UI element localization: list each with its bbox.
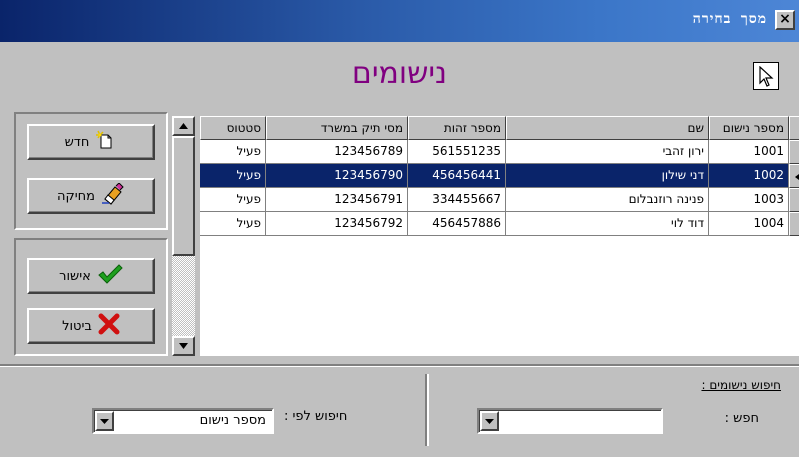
delete-button-label: מחיקה xyxy=(57,188,95,204)
search-by-label: חיפוש לפי : xyxy=(284,409,348,424)
scroll-down-button[interactable] xyxy=(172,336,195,356)
search-by-combobox-value: מספר נישום xyxy=(199,413,266,428)
cell-status[interactable]: פעיל xyxy=(200,188,266,212)
cursor-icon[interactable] xyxy=(753,62,779,90)
chevron-down-icon xyxy=(100,418,109,424)
cell-reg-number[interactable]: 1001 xyxy=(709,140,789,164)
scroll-up-button[interactable] xyxy=(172,116,195,136)
search-dropdown-button[interactable] xyxy=(480,411,499,431)
delete-button[interactable]: מחיקה xyxy=(27,178,155,214)
page-title: נישומים xyxy=(351,56,448,91)
cell-name[interactable]: פנינה רוזנבלום xyxy=(506,188,709,212)
window-title: מסך בחירה xyxy=(692,11,767,27)
cell-reg-number[interactable]: 1004 xyxy=(709,212,789,236)
ok-button-label: אישור xyxy=(59,268,91,284)
cell-status[interactable]: פעיל xyxy=(200,212,266,236)
chevron-down-icon xyxy=(485,418,494,424)
new-button-label: חדש xyxy=(64,134,90,150)
search-combobox[interactable] xyxy=(477,408,663,434)
cell-name[interactable]: דני שילון xyxy=(506,164,709,188)
column-header-id-number[interactable]: מספר זהות xyxy=(408,116,506,140)
search-section-title: חיפוש נישומים : xyxy=(701,378,781,392)
title-bar[interactable]: מסך בחירה × xyxy=(0,0,799,42)
cell-id-number[interactable]: 561551235 xyxy=(408,140,506,164)
cell-id-number[interactable]: 334455667 xyxy=(408,188,506,212)
row-selector[interactable] xyxy=(789,164,799,188)
cell-file-number[interactable]: 123456790 xyxy=(266,164,408,188)
column-header-selector xyxy=(789,116,799,140)
grid-body: סטטוס מסי תיק במשרד מספר זהות שם מספר ני… xyxy=(200,116,799,356)
column-header-name[interactable]: שם xyxy=(506,116,709,140)
cell-reg-number[interactable]: 1003 xyxy=(709,188,789,212)
table-row[interactable]: פעיל 123456791 334455667 פנינה רוזנבלום … xyxy=(200,188,799,212)
arrow-down-icon xyxy=(179,343,188,349)
cell-file-number[interactable]: 123456791 xyxy=(266,188,408,212)
column-header-status[interactable]: סטטוס xyxy=(200,116,266,140)
cell-reg-number[interactable]: 1002 xyxy=(709,164,789,188)
cell-status[interactable]: פעיל xyxy=(200,164,266,188)
checkmark-icon xyxy=(97,263,123,289)
table-row[interactable]: פעיל 123456792 456457886 דוד לוי 1004 xyxy=(200,212,799,236)
cell-id-number[interactable]: 456456441 xyxy=(408,164,506,188)
row-selector[interactable] xyxy=(789,212,799,236)
cancel-button[interactable]: ביטול xyxy=(27,308,155,344)
new-document-icon xyxy=(95,130,117,154)
new-button[interactable]: חדש xyxy=(27,124,155,160)
cell-name[interactable]: דוד לוי xyxy=(506,212,709,236)
close-button[interactable]: × xyxy=(775,10,795,30)
table-row[interactable]: פעיל 123456790 456456441 דני שילון 1002 xyxy=(200,164,799,188)
eraser-icon xyxy=(101,182,125,209)
x-icon xyxy=(98,313,120,339)
confirm-buttons-panel: אישור ביטול xyxy=(14,238,168,356)
cell-file-number[interactable]: 123456789 xyxy=(266,140,408,164)
column-header-reg-number[interactable]: מספר נישום xyxy=(709,116,789,140)
records-grid: סטטוס מסי תיק במשרד מספר זהות שם מספר ני… xyxy=(172,112,799,356)
vertical-scrollbar[interactable] xyxy=(172,116,195,356)
edit-buttons-panel: חדש מחיקה xyxy=(14,112,168,230)
row-pointer-icon xyxy=(795,174,799,180)
arrow-up-icon xyxy=(179,123,188,129)
cell-file-number[interactable]: 123456792 xyxy=(266,212,408,236)
column-header-file-number[interactable]: מסי תיק במשרד xyxy=(266,116,408,140)
cell-name[interactable]: ירון זהבי xyxy=(506,140,709,164)
row-selector[interactable] xyxy=(789,140,799,164)
find-label: חפש : xyxy=(724,411,759,426)
header-row: סטטוס מסי תיק במשרד מספר זהות שם מספר ני… xyxy=(200,116,799,140)
row-selector[interactable] xyxy=(789,188,799,212)
search-by-combobox[interactable]: מספר נישום xyxy=(92,408,274,434)
search-panel: חיפוש נישומים : חפש : חיפוש לפי : מספר נ… xyxy=(0,364,799,457)
cell-id-number[interactable]: 456457886 xyxy=(408,212,506,236)
ok-button[interactable]: אישור xyxy=(27,258,155,294)
cancel-button-label: ביטול xyxy=(62,318,92,334)
section-divider xyxy=(425,374,429,446)
cell-status[interactable]: פעיל xyxy=(200,140,266,164)
search-by-dropdown-button[interactable] xyxy=(95,411,114,431)
selection-window: מסך בחירה × נישומים חדש מחיקה אישור ביטו… xyxy=(0,0,799,457)
table-row[interactable]: פעיל 123456789 561551235 ירון זהבי 1001 xyxy=(200,140,799,164)
header: נישומים xyxy=(0,42,799,110)
scrollbar-thumb[interactable] xyxy=(172,136,195,256)
